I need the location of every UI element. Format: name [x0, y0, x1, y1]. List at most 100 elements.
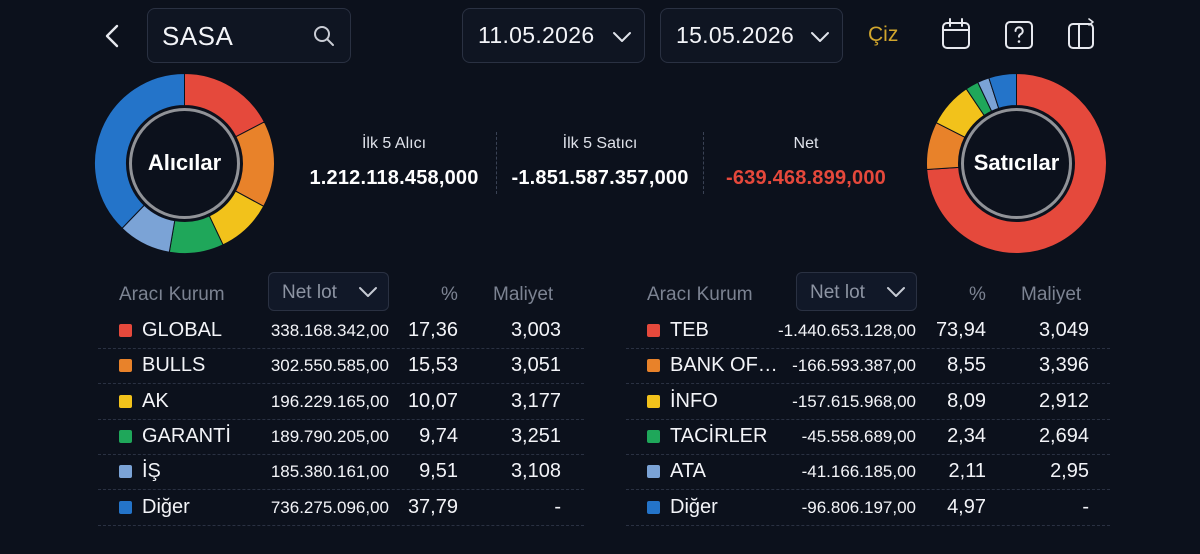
broker-name: İNFO	[670, 389, 718, 412]
chevron-down-icon	[613, 32, 631, 42]
end-date-value: 15.05.2026	[676, 22, 795, 48]
color-swatch	[647, 394, 660, 408]
percent-value: 4,97	[947, 495, 986, 518]
help-icon[interactable]	[1002, 17, 1036, 53]
broker-name: GARANTİ	[142, 424, 231, 447]
cost-value: 3,396	[1038, 354, 1089, 377]
cost-value: 3,003	[510, 319, 561, 341]
cost-column-header: Maliyet	[493, 284, 554, 305]
percent-column-header: %	[441, 284, 458, 305]
table-row[interactable]: BULLS 302.550.585,00 15,53 3,051	[98, 349, 584, 385]
buyers-table-header: Aracı Kurum Net lot % Maliyet	[98, 272, 584, 312]
percent-value: 2,11	[948, 460, 986, 483]
net-lot-value: 302.550.585,00	[270, 356, 389, 376]
net-lot-value: 196.229.165,00	[270, 391, 389, 411]
top-sellers-summary: İlk 5 Satıcı -1.851.587.357,000	[505, 135, 695, 190]
search-icon[interactable]	[312, 24, 336, 48]
netlot-label: Net lot	[282, 282, 337, 303]
sellers-table-header: Aracı Kurum Net lot % Maliyet	[626, 272, 1110, 312]
broker-name: BANK OF…	[670, 354, 778, 377]
cost-column-header: Maliyet	[1021, 284, 1082, 305]
net-summary: Net -639.468.899,000	[710, 135, 902, 190]
buyers-netlot-sort-select[interactable]: Net lot	[268, 272, 389, 311]
color-swatch	[119, 394, 132, 408]
table-row[interactable]: İNFO -157.615.968,00 8,09 2,912	[626, 385, 1110, 420]
color-swatch	[119, 500, 132, 514]
table-row[interactable]: TEB -1.440.653.128,00 73,94 3,049	[626, 314, 1110, 349]
broker-name: TACİRLER	[670, 424, 768, 447]
table-row[interactable]: ATA -41.166.185,00 2,11 2,95	[626, 455, 1110, 491]
color-swatch	[647, 500, 660, 514]
divider	[496, 132, 497, 194]
broker-name: İŞ	[142, 460, 161, 483]
cost-value: -	[554, 495, 561, 518]
cost-value: 2,912	[1038, 389, 1089, 412]
net-lot-value: -157.615.968,00	[792, 391, 916, 411]
cost-value: 3,051	[510, 354, 561, 377]
chevron-down-icon	[811, 32, 829, 42]
color-swatch	[647, 359, 660, 373]
table-row[interactable]: Diğer -96.806.197,00 4,97 -	[626, 491, 1110, 526]
color-swatch	[647, 465, 660, 479]
layout-switch-icon[interactable]	[1065, 17, 1099, 53]
net-lot-value: -96.806.197,00	[801, 497, 916, 517]
top-sellers-label: İlk 5 Satıcı	[562, 135, 638, 152]
cost-value: 3,049	[1038, 319, 1089, 341]
color-swatch	[119, 359, 132, 373]
net-lot-value: -41.166.185,00	[801, 462, 916, 482]
cost-value: 2,694	[1038, 424, 1089, 447]
net-lot-value: -166.593.387,00	[792, 356, 916, 376]
cost-value: 2,95	[1050, 460, 1089, 483]
sellers-netlot-sort-select[interactable]: Net lot	[796, 272, 917, 311]
top-sellers-value: -1.851.587.357,000	[511, 167, 689, 189]
search-input[interactable]: SASA	[162, 21, 233, 52]
start-date-value: 11.05.2026	[478, 22, 595, 48]
cost-value: 3,108	[510, 460, 561, 483]
percent-column-header: %	[969, 284, 986, 305]
draw-button[interactable]: Çiz	[868, 23, 898, 47]
net-lot-value: 185.380.161,00	[270, 462, 389, 482]
broker-name: TEB	[670, 319, 709, 341]
netlot-label: Net lot	[810, 282, 865, 303]
color-swatch	[119, 465, 132, 479]
buyers-donut-label: Alıcılar	[147, 150, 222, 175]
top-buyers-summary: İlk 5 Alıcı 1.212.118.458,000	[300, 135, 488, 190]
symbol-search-field[interactable]: SASA	[147, 8, 351, 63]
table-row[interactable]: BANK OF… -166.593.387,00 8,55 3,396	[626, 349, 1110, 385]
cost-value: 3,251	[510, 424, 561, 447]
percent-value: 10,07	[407, 389, 458, 412]
percent-value: 15,53	[407, 354, 458, 377]
table-row[interactable]: Diğer 736.275.096,00 37,79 -	[98, 491, 584, 526]
table-row[interactable]: TACİRLER -45.558.689,00 2,34 2,694	[626, 420, 1110, 455]
net-lot-value: -45.558.689,00	[801, 426, 916, 446]
broker-name: AK	[142, 389, 169, 412]
broker-name: ATA	[670, 460, 706, 483]
table-row[interactable]: AK 196.229.165,00 10,07 3,177	[98, 385, 584, 420]
end-date-select[interactable]: 15.05.2026	[660, 8, 843, 63]
broker-column-header: Aracı Kurum	[119, 284, 225, 305]
net-lot-value: 736.275.096,00	[270, 497, 389, 517]
color-swatch	[647, 429, 660, 443]
back-button[interactable]	[98, 20, 126, 52]
net-lot-value: 189.790.205,00	[270, 426, 389, 446]
net-value: -639.468.899,000	[725, 167, 886, 189]
cost-value: 3,177	[510, 389, 561, 412]
calendar-icon[interactable]	[939, 17, 973, 53]
net-lot-value: 338.168.342,00	[270, 321, 389, 340]
percent-value: 9,51	[419, 460, 458, 483]
net-lot-value: -1.440.653.128,00	[777, 321, 916, 340]
divider	[703, 132, 704, 194]
table-row[interactable]: GLOBAL 338.168.342,00 17,36 3,003	[98, 314, 584, 349]
table-row[interactable]: GARANTİ 189.790.205,00 9,74 3,251	[98, 420, 584, 455]
start-date-select[interactable]: 11.05.2026	[462, 8, 645, 63]
color-swatch	[119, 324, 132, 337]
percent-value: 8,09	[947, 389, 986, 412]
broker-name: GLOBAL	[142, 319, 223, 341]
chevron-down-icon	[359, 287, 377, 297]
table-row[interactable]: İŞ 185.380.161,00 9,51 3,108	[98, 455, 584, 491]
top-buyers-label: İlk 5 Alıcı	[361, 135, 427, 152]
percent-value: 2,34	[947, 424, 986, 447]
cost-value: -	[1082, 495, 1089, 518]
percent-value: 37,79	[407, 495, 458, 518]
percent-value: 9,74	[419, 424, 458, 447]
